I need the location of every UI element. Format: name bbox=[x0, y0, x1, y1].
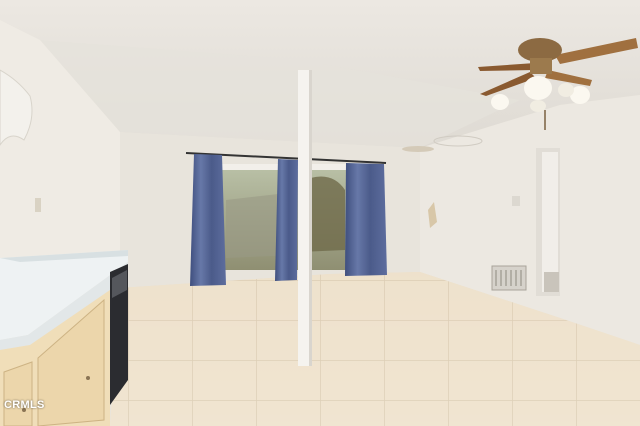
ceiling-light bbox=[402, 146, 434, 152]
floor-vent bbox=[544, 272, 559, 292]
room-illustration bbox=[0, 0, 640, 426]
listing-photo: CRMLS bbox=[0, 0, 640, 426]
curtain-middle bbox=[275, 159, 298, 281]
curtain-right bbox=[345, 163, 387, 276]
curtain-left bbox=[190, 154, 226, 286]
thermostat bbox=[512, 196, 520, 206]
light-switch bbox=[35, 198, 41, 212]
photo-credit: CRMLS bbox=[4, 399, 45, 411]
